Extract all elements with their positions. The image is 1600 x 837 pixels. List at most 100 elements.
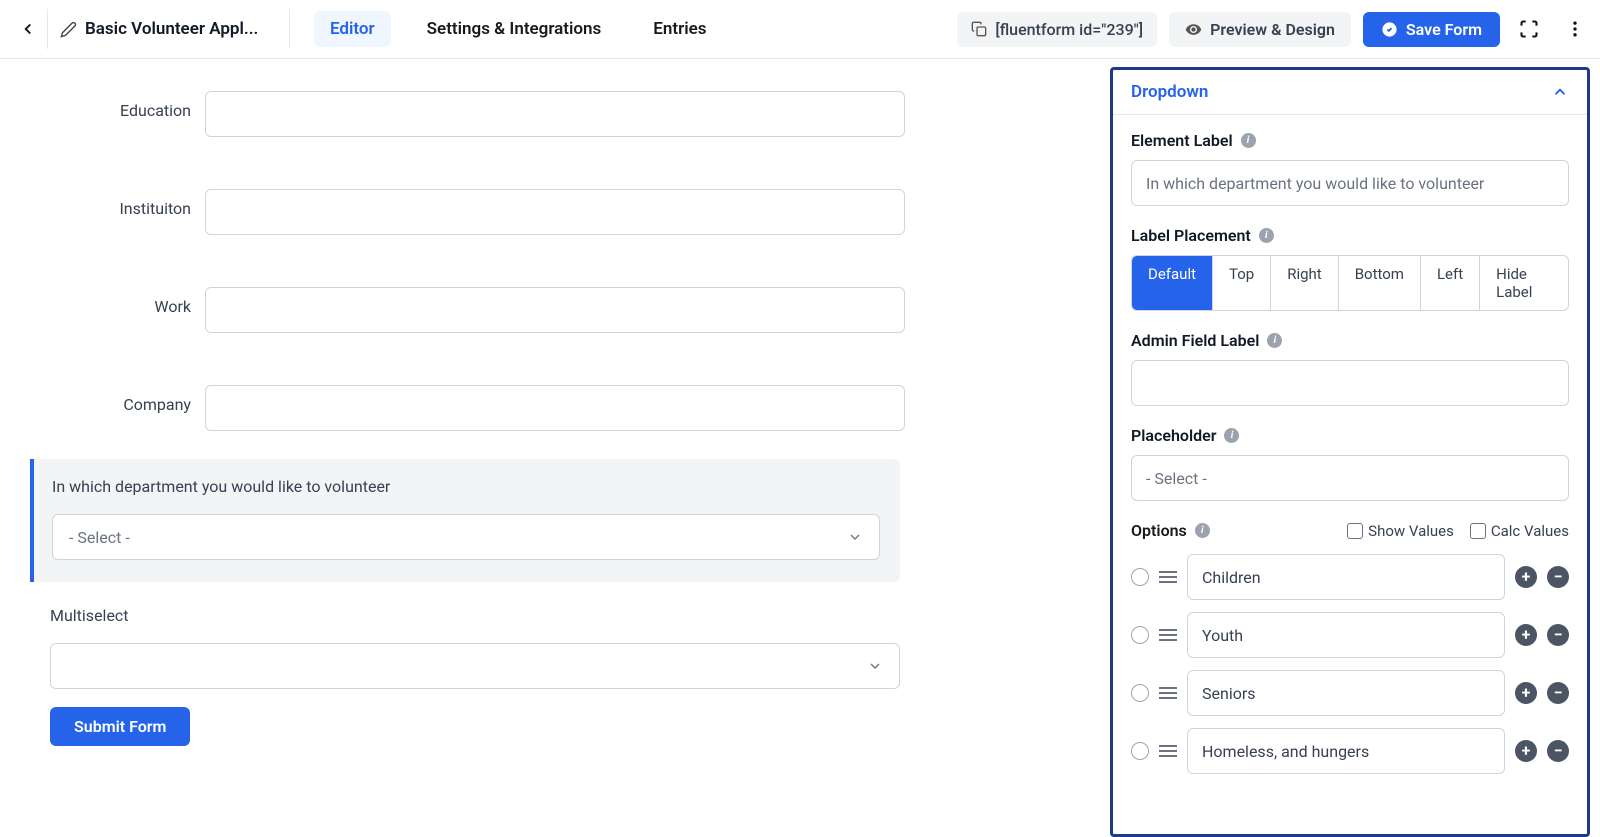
info-icon[interactable]: i (1224, 428, 1239, 443)
form-title: Basic Volunteer Appl... (85, 19, 258, 39)
save-label: Save Form (1406, 20, 1482, 39)
submit-button[interactable]: Submit Form (50, 707, 190, 746)
chevron-up-icon[interactable] (1551, 83, 1569, 101)
more-button[interactable] (1558, 12, 1592, 46)
select-placeholder: - Select - (69, 528, 130, 547)
setting-label-placement: Label Placement i Default Top Right Bott… (1131, 226, 1569, 311)
save-button[interactable]: Save Form (1363, 12, 1500, 47)
placeholder-input[interactable] (1131, 455, 1569, 501)
work-input[interactable] (205, 287, 905, 333)
option-radio[interactable] (1131, 626, 1149, 644)
placement-top[interactable]: Top (1213, 256, 1271, 310)
info-icon[interactable]: i (1267, 333, 1282, 348)
remove-option-button[interactable]: − (1547, 740, 1569, 762)
preview-label: Preview & Design (1210, 20, 1335, 39)
placement-default[interactable]: Default (1132, 256, 1213, 310)
element-label-input[interactable] (1131, 160, 1569, 206)
chevron-down-icon (847, 529, 863, 545)
placement-hide[interactable]: Hide Label (1480, 256, 1568, 310)
copy-icon (971, 21, 987, 37)
form-title-area[interactable]: Basic Volunteer Appl... (60, 9, 290, 49)
setting-label-text: Label Placement (1131, 226, 1251, 245)
chevron-down-icon (867, 658, 883, 674)
remove-option-button[interactable]: − (1547, 566, 1569, 588)
multiselect-label: Multiselect (50, 606, 900, 625)
option-radio[interactable] (1131, 568, 1149, 586)
remove-option-button[interactable]: − (1547, 624, 1569, 646)
option-row: + − (1131, 670, 1569, 716)
info-icon[interactable]: i (1195, 523, 1210, 538)
multiselect-field[interactable]: Multiselect (50, 606, 900, 689)
fullscreen-button[interactable] (1512, 12, 1546, 46)
option-value-input[interactable] (1187, 612, 1505, 658)
remove-option-button[interactable]: − (1547, 682, 1569, 704)
add-option-button[interactable]: + (1515, 682, 1537, 704)
drag-handle-icon[interactable] (1159, 570, 1177, 584)
option-radio[interactable] (1131, 684, 1149, 702)
field-institution[interactable]: Instituiton (50, 165, 1050, 235)
setting-admin-field-label: Admin Field Label i (1131, 331, 1569, 406)
placement-bottom[interactable]: Bottom (1339, 256, 1421, 310)
dropdown-question-label: In which department you would like to vo… (52, 477, 880, 496)
field-label: Work (50, 287, 205, 316)
show-values-toggle[interactable]: Show Values (1347, 522, 1454, 540)
add-option-button[interactable]: + (1515, 740, 1537, 762)
field-work[interactable]: Work (50, 263, 1050, 333)
tab-settings[interactable]: Settings & Integrations (411, 11, 618, 47)
admin-field-label-input[interactable] (1131, 360, 1569, 406)
option-value-input[interactable] (1187, 728, 1505, 774)
add-option-button[interactable]: + (1515, 624, 1537, 646)
option-value-input[interactable] (1187, 670, 1505, 716)
info-icon[interactable]: i (1259, 228, 1274, 243)
show-values-label: Show Values (1368, 522, 1454, 540)
education-input[interactable] (205, 91, 905, 137)
multiselect-box[interactable] (50, 643, 900, 689)
tab-entries[interactable]: Entries (637, 11, 722, 47)
eye-icon (1185, 21, 1202, 38)
pencil-icon (60, 21, 77, 38)
checkbox-icon (1347, 523, 1363, 539)
option-value-input[interactable] (1187, 554, 1505, 600)
field-label: Education (50, 91, 205, 120)
check-circle-icon (1381, 21, 1398, 38)
drag-handle-icon[interactable] (1159, 628, 1177, 642)
setting-placeholder: Placeholder i (1131, 426, 1569, 501)
dropdown-select[interactable]: - Select - (52, 514, 880, 560)
expand-icon (1519, 19, 1539, 39)
field-education[interactable]: Education (50, 91, 1050, 137)
topbar-actions: [fluentform id="239"] Preview & Design S… (957, 12, 1592, 47)
institution-input[interactable] (205, 189, 905, 235)
tab-bar: Editor Settings & Integrations Entries (314, 11, 723, 47)
option-row: + − (1131, 728, 1569, 774)
shortcode-copy[interactable]: [fluentform id="239"] (957, 12, 1157, 47)
tab-editor[interactable]: Editor (314, 11, 391, 47)
setting-label-text: Element Label (1131, 131, 1233, 150)
company-input[interactable] (205, 385, 905, 431)
add-option-button[interactable]: + (1515, 566, 1537, 588)
field-settings-panel: Dropdown Element Label i Label Placement… (1110, 67, 1590, 837)
topbar: Basic Volunteer Appl... Editor Settings … (0, 0, 1600, 59)
placement-right[interactable]: Right (1271, 256, 1338, 310)
dropdown-field-selected[interactable]: In which department you would like to vo… (30, 459, 900, 582)
field-label: Instituiton (50, 189, 205, 218)
drag-handle-icon[interactable] (1159, 686, 1177, 700)
option-row: + − (1131, 554, 1569, 600)
panel-header[interactable]: Dropdown (1113, 70, 1587, 115)
drag-handle-icon[interactable] (1159, 744, 1177, 758)
field-company[interactable]: Company (50, 361, 1050, 431)
preview-button[interactable]: Preview & Design (1169, 12, 1351, 47)
options-label: Options (1131, 521, 1187, 540)
editor-canvas[interactable]: Education Instituiton Work Company In wh… (0, 59, 1100, 837)
chevron-left-icon (19, 20, 37, 38)
dots-vertical-icon (1565, 19, 1585, 39)
calc-values-toggle[interactable]: Calc Values (1470, 522, 1569, 540)
info-icon[interactable]: i (1241, 133, 1256, 148)
panel-title: Dropdown (1131, 82, 1208, 102)
setting-label-text: Placeholder (1131, 426, 1216, 445)
option-radio[interactable] (1131, 742, 1149, 760)
placement-left[interactable]: Left (1421, 256, 1480, 310)
back-button[interactable] (8, 9, 48, 49)
label-placement-group: Default Top Right Bottom Left Hide Label (1131, 255, 1569, 311)
option-row: + − (1131, 612, 1569, 658)
setting-label-text: Admin Field Label (1131, 331, 1259, 350)
